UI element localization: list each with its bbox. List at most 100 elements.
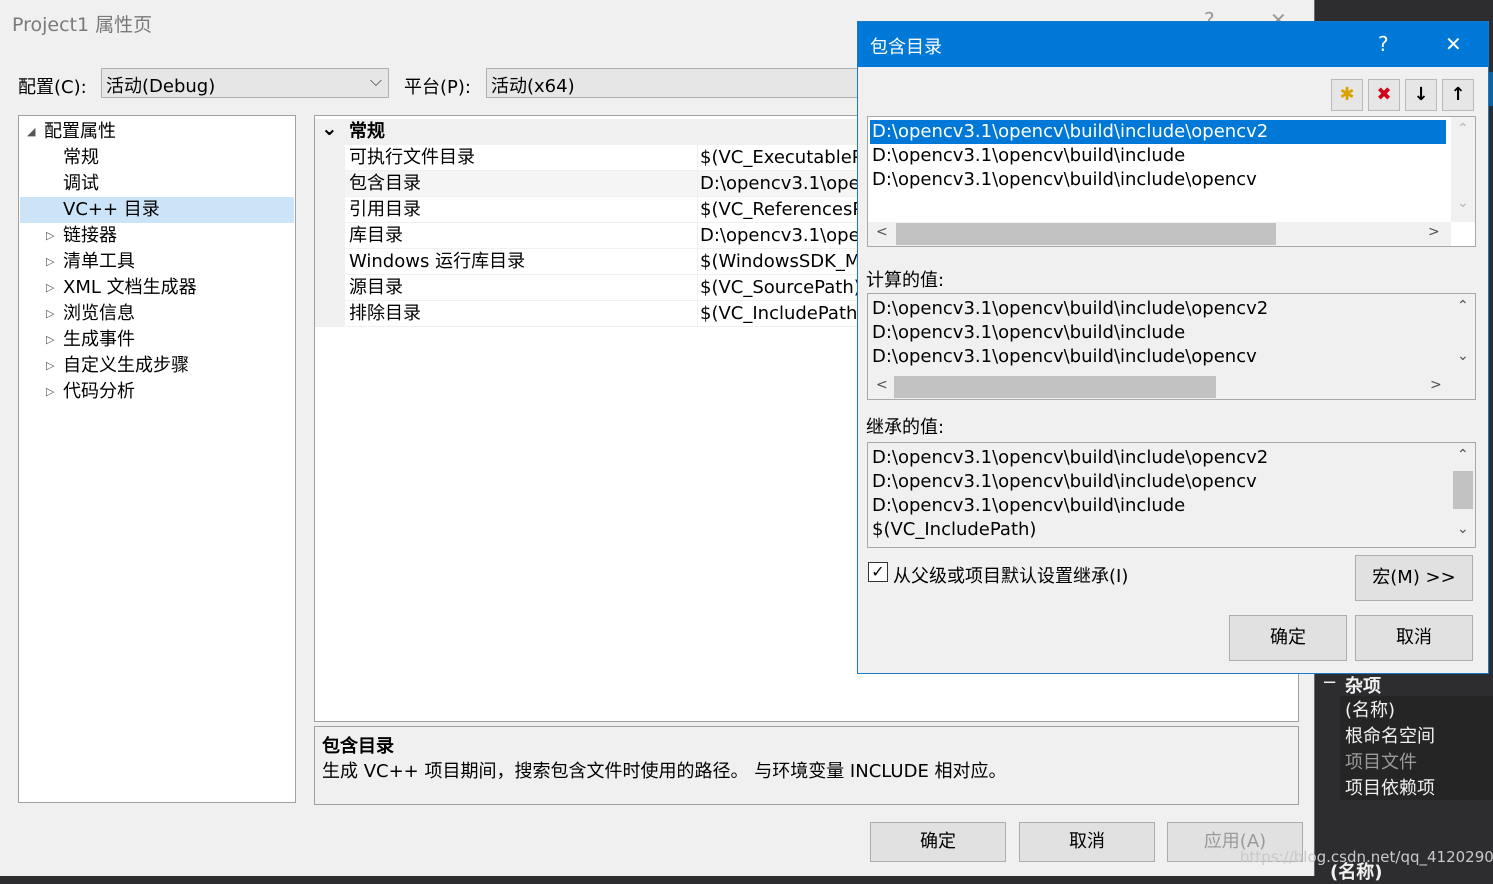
expanded-triangle-icon[interactable]: ◢ <box>27 119 35 145</box>
tree-item[interactable]: ▷ 清单工具 <box>20 249 294 275</box>
scroll-right-icon[interactable]: > <box>1428 224 1440 240</box>
config-select[interactable]: 活动(Debug) ⌵ <box>101 68 389 98</box>
grid-row[interactable]: 可执行文件目录 $(VC_ExecutablePa <box>315 145 860 171</box>
list-item[interactable]: D:\opencv3.1\opencv\build\include\opencv <box>872 168 1257 192</box>
tree-item-label: 浏览信息 <box>63 303 135 324</box>
grid-property-name: 源目录 <box>349 277 403 298</box>
side-row[interactable]: 项目依赖项 <box>1340 774 1493 800</box>
scroll-thumb[interactable] <box>1453 471 1473 509</box>
move-up-button[interactable]: ↑ <box>1442 79 1474 111</box>
grid-row[interactable]: Windows 运行库目录 $(WindowsSDK_M <box>315 249 860 275</box>
inherited-values-list[interactable]: D:\opencv3.1\opencv\build\include\opencv… <box>867 442 1476 548</box>
side-item-project-deps: 项目依赖项 <box>1345 778 1435 799</box>
platform-select[interactable]: 活动(x64) <box>486 68 858 98</box>
new-line-button[interactable]: ✱ <box>1331 79 1363 111</box>
scroll-down-icon[interactable]: ⌄ <box>1457 195 1469 211</box>
horizontal-scrollbar[interactable]: < > <box>868 375 1451 399</box>
dialog-cancel-button[interactable]: 取消 <box>1355 615 1473 661</box>
vertical-scrollbar[interactable]: ⌃ ⌄ <box>1451 294 1475 375</box>
side-row[interactable]: (名称) <box>1340 696 1493 722</box>
scroll-left-icon[interactable]: < <box>876 224 888 240</box>
scroll-up-icon[interactable]: ⌃ <box>1457 121 1469 137</box>
vertical-scrollbar[interactable]: ⌃ ⌄ <box>1451 117 1475 222</box>
scroll-left-icon[interactable]: < <box>876 377 888 393</box>
grid-row[interactable]: 包含目录 D:\opencv3.1\oper <box>315 171 860 197</box>
computed-line: D:\opencv3.1\opencv\build\include <box>872 322 1186 343</box>
scroll-right-icon[interactable]: > <box>1430 377 1442 393</box>
expand-triangle-icon[interactable]: ▷ <box>46 353 54 379</box>
collapse-icon[interactable]: ⌄ <box>321 115 338 141</box>
expand-triangle-icon[interactable]: ▷ <box>46 275 54 301</box>
dialog-close-icon[interactable]: ✕ <box>1445 32 1462 56</box>
grid-row[interactable]: 源目录 $(VC_SourcePath); <box>315 275 860 301</box>
edit-paths-list[interactable]: D:\opencv3.1\opencv\build\include\opencv… <box>867 116 1476 247</box>
dialog-titlebar[interactable]: 包含目录 ? ✕ <box>858 22 1488 67</box>
expand-triangle-icon[interactable]: ▷ <box>46 301 54 327</box>
grid-row[interactable]: 引用目录 $(VC_ReferencesPa <box>315 197 860 223</box>
inherited-line: D:\opencv3.1\opencv\build\include\opencv <box>872 471 1257 492</box>
grid-property-value[interactable]: $(VC_ReferencesPa <box>700 197 860 223</box>
dialog-help-icon[interactable]: ? <box>1378 32 1389 56</box>
computed-values-label: 计算的值: <box>866 270 945 291</box>
tree-item[interactable]: 常规 <box>20 145 294 171</box>
tree-item-label: 调试 <box>63 173 99 194</box>
grid-property-value[interactable]: D:\opencv3.1\oper <box>700 223 860 249</box>
macros-button[interactable]: 宏(M) >> <box>1355 555 1473 601</box>
scroll-thumb[interactable] <box>896 223 1276 245</box>
tree-item-label: 链接器 <box>63 225 117 246</box>
tree-item[interactable]: ▷ 自定义生成步骤 <box>20 353 294 379</box>
grid-property-name: 排除目录 <box>349 303 421 324</box>
list-item[interactable]: D:\opencv3.1\opencv\build\include <box>872 144 1185 168</box>
grid-property-value[interactable]: $(VC_SourcePath); <box>700 275 860 301</box>
scroll-up-icon[interactable]: ⌃ <box>1457 298 1469 314</box>
grid-property-value[interactable]: D:\opencv3.1\oper <box>700 171 860 197</box>
list-item-selected[interactable]: D:\opencv3.1\opencv\build\include\opencv… <box>870 120 1446 144</box>
tree-item[interactable]: ◢ 配置属性 <box>20 119 294 145</box>
description-title: 包含目录 <box>322 736 394 757</box>
horizontal-scrollbar[interactable]: < > <box>868 222 1451 246</box>
dialog-ok-button[interactable]: 确定 <box>1229 615 1347 661</box>
grid-column-divider[interactable] <box>697 145 698 327</box>
cancel-button[interactable]: 取消 <box>1019 822 1155 862</box>
ok-button[interactable]: 确定 <box>870 822 1006 862</box>
settings-tree[interactable]: ◢ 配置属性 常规 调试 VC++ 目录 ▷ 链接器 ▷ 清单工具 ▷ XML 文档生成器 ▷ 浏览信息… <box>18 115 296 803</box>
delete-button[interactable]: ✖ <box>1368 79 1400 111</box>
inherit-checkbox-label[interactable]: 从父级或项目默认设置继承(I) <box>893 562 1128 588</box>
tree-item-label: 代码分析 <box>63 381 135 402</box>
scroll-down-icon[interactable]: ⌄ <box>1457 348 1469 364</box>
tree-item[interactable]: ▷ XML 文档生成器 <box>20 275 294 301</box>
chevron-down-icon: ⌵ <box>369 71 382 90</box>
grid-row-gutter <box>315 275 345 301</box>
vertical-scrollbar[interactable]: ⌃ ⌄ <box>1451 443 1475 547</box>
side-row[interactable]: 根命名空间 <box>1340 722 1493 748</box>
config-value: 活动(Debug) <box>106 76 216 97</box>
grid-property-value[interactable]: $(VC_ExecutablePa <box>700 145 860 171</box>
expand-triangle-icon[interactable]: ▷ <box>46 223 54 249</box>
tree-item[interactable]: ▷ 代码分析 <box>20 379 294 405</box>
tree-item[interactable]: 调试 <box>20 171 294 197</box>
tree-item[interactable]: ▷ 链接器 <box>20 223 294 249</box>
tree-item[interactable]: ▷ 生成事件 <box>20 327 294 353</box>
inherited-line: $(VC_IncludePath) <box>872 519 1037 540</box>
move-down-button[interactable]: ↓ <box>1405 79 1437 111</box>
scroll-up-icon[interactable]: ⌃ <box>1457 447 1469 463</box>
expand-triangle-icon[interactable]: ▷ <box>46 327 54 353</box>
grid-row[interactable]: 排除目录 $(VC_IncludePath) <box>315 301 860 327</box>
grid-row-gutter <box>315 197 345 223</box>
scroll-down-icon[interactable]: ⌄ <box>1457 521 1469 537</box>
tree-item-label: 生成事件 <box>63 329 135 350</box>
section-collapse-icon[interactable]: − <box>1322 672 1337 693</box>
tree-item[interactable]: VC++ 目录 <box>20 197 294 223</box>
side-row[interactable]: 项目文件 <box>1340 748 1493 774</box>
grid-row-gutter <box>315 171 345 197</box>
scroll-thumb[interactable] <box>894 376 1216 398</box>
tree-item-label: 清单工具 <box>63 251 135 272</box>
grid-property-value[interactable]: $(WindowsSDK_M <box>700 249 860 275</box>
computed-values-list[interactable]: D:\opencv3.1\opencv\build\include\opencv… <box>867 293 1476 400</box>
tree-item[interactable]: ▷ 浏览信息 <box>20 301 294 327</box>
grid-row[interactable]: 库目录 D:\opencv3.1\oper <box>315 223 860 249</box>
expand-triangle-icon[interactable]: ▷ <box>46 379 54 405</box>
expand-triangle-icon[interactable]: ▷ <box>46 249 54 275</box>
inherit-checkbox[interactable]: ✓ <box>868 562 888 582</box>
grid-property-value[interactable]: $(VC_IncludePath) <box>700 301 860 327</box>
